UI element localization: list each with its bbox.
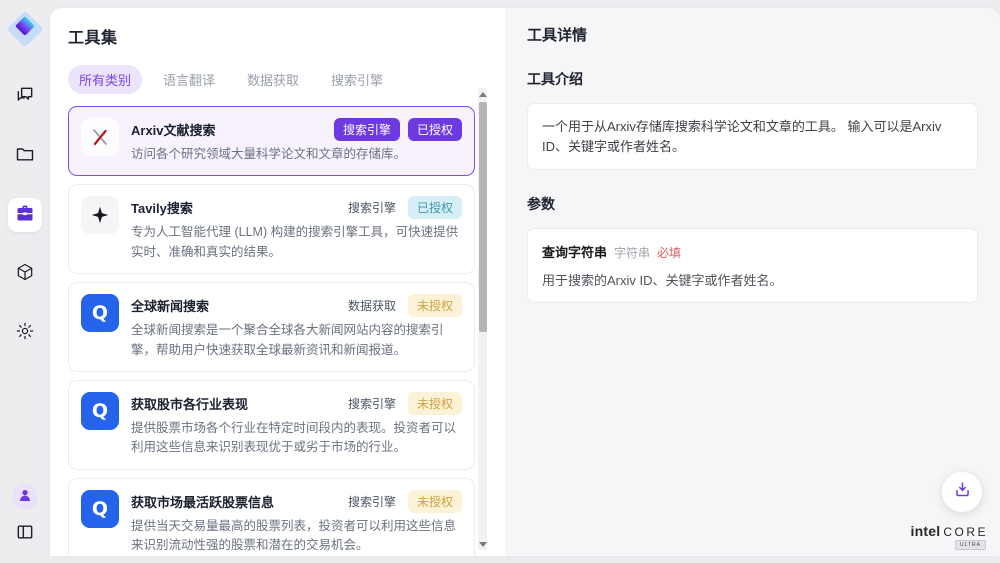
q-news-icon: Q <box>81 294 119 332</box>
sidebar-item-settings[interactable] <box>8 316 42 350</box>
user-avatar[interactable] <box>12 484 38 510</box>
q-news-icon: Q <box>81 392 119 430</box>
tool-description: 提供股票市场各个行业在特定时间段内的表现。投资者可以利用这些信息来识别表现优于或… <box>131 419 462 458</box>
chat-icon <box>15 85 35 110</box>
tool-title: Arxiv文献搜索 <box>131 118 334 139</box>
intro-heading: 工具介绍 <box>527 69 978 89</box>
toolbox-icon <box>15 203 35 228</box>
download-icon <box>953 480 972 504</box>
tool-title: 全球新闻搜索 <box>131 294 344 315</box>
category-badge: 搜索引擎 <box>344 196 400 219</box>
main-content: 工具集 所有类别 语言翻译 数据获取 搜索引擎 Arxiv文献搜索 搜索引擎 已… <box>50 8 1000 556</box>
tool-title: 获取市场最活跃股票信息 <box>131 490 344 511</box>
auth-badge: 未授权 <box>408 490 462 513</box>
tab-search-engine[interactable]: 搜索引擎 <box>320 65 394 94</box>
tavily-star-icon <box>81 196 119 234</box>
toolset-pane: 工具集 所有类别 语言翻译 数据获取 搜索引擎 Arxiv文献搜索 搜索引擎 已… <box>50 8 505 556</box>
list-scrollbar[interactable] <box>478 88 487 550</box>
tab-all-categories[interactable]: 所有类别 <box>68 65 142 94</box>
intel-wordmark: intel <box>911 523 941 539</box>
scrollbar-thumb[interactable] <box>479 102 487 332</box>
arxiv-x-icon <box>81 118 119 156</box>
tab-language-translation[interactable]: 语言翻译 <box>152 65 226 94</box>
cube-icon <box>15 262 35 287</box>
q-news-icon: Q <box>81 490 119 528</box>
params-heading: 参数 <box>527 194 978 214</box>
auth-badge: 未授权 <box>408 294 462 317</box>
param-type: 字符串 <box>614 244 650 261</box>
tool-title: Tavily搜索 <box>131 196 344 217</box>
category-badge: 搜索引擎 <box>334 118 400 141</box>
sidebar-nav <box>8 80 42 350</box>
page-title: 工具集 <box>68 24 505 48</box>
scroll-down-arrow-icon[interactable] <box>478 538 487 550</box>
tab-data-acquisition[interactable]: 数据获取 <box>236 65 310 94</box>
param-required-flag: 必填 <box>657 244 681 261</box>
ultra-badge: ULTRA <box>955 540 986 550</box>
tool-description: 专为人工智能代理 (LLM) 构建的搜索引擎工具，可快速提供实时、准确和真实的结… <box>131 223 462 262</box>
card-body: 全球新闻搜索 数据获取 未授权 全球新闻搜索是一个聚合全球各大新闻网站内容的搜索… <box>131 294 462 360</box>
category-tabs: 所有类别 语言翻译 数据获取 搜索引擎 <box>68 65 505 94</box>
layout-panel-icon <box>15 522 35 547</box>
intro-text: 一个用于从Arxiv存储库搜索科学论文和文章的工具。 输入可以是Arxiv ID… <box>527 103 978 170</box>
tool-details-pane: 工具详情 工具介绍 一个用于从Arxiv存储库搜索科学论文和文章的工具。 输入可… <box>505 8 1000 556</box>
param-description: 用于搜索的Arxiv ID、关键字或作者姓名。 <box>542 270 963 289</box>
tool-description: 全球新闻搜索是一个聚合全球各大新闻网站内容的搜索引擎，帮助用户快速获取全球最新资… <box>131 321 462 360</box>
left-sidebar <box>0 0 50 563</box>
sidebar-item-files[interactable] <box>8 139 42 173</box>
category-badge: 搜索引擎 <box>344 392 400 415</box>
tool-card-tavily[interactable]: Tavily搜索 搜索引擎 已授权 专为人工智能代理 (LLM) 构建的搜索引擎… <box>68 184 475 274</box>
param-name: 查询字符串 <box>542 242 607 261</box>
auth-badge: 已授权 <box>408 196 462 219</box>
card-body: Tavily搜索 搜索引擎 已授权 专为人工智能代理 (LLM) 构建的搜索引擎… <box>131 196 462 262</box>
parameter-card: 查询字符串 字符串 必填 用于搜索的Arxiv ID、关键字或作者姓名。 <box>527 228 978 303</box>
auth-badge: 未授权 <box>408 392 462 415</box>
auth-badge: 已授权 <box>408 118 462 141</box>
tool-card-sector-performance[interactable]: Q 获取股市各行业表现 搜索引擎 未授权 提供股票市场各个行业在特定时间段内的表… <box>68 380 475 470</box>
tool-description: 访问各个研究领域大量科学论文和文章的存储库。 <box>131 145 462 164</box>
collapse-panel-button[interactable] <box>12 521 38 547</box>
card-body: Arxiv文献搜索 搜索引擎 已授权 访问各个研究领域大量科学论文和文章的存储库… <box>131 118 462 164</box>
intel-core-logo: intel core ULTRA <box>911 523 988 550</box>
card-body: 获取市场最活跃股票信息 搜索引擎 未授权 提供当天交易量最高的股票列表，投资者可… <box>131 490 462 556</box>
card-body: 获取股市各行业表现 搜索引擎 未授权 提供股票市场各个行业在特定时间段内的表现。… <box>131 392 462 458</box>
download-button[interactable] <box>942 472 982 512</box>
tool-card-active-stocks[interactable]: Q 获取市场最活跃股票信息 搜索引擎 未授权 提供当天交易量最高的股票列表，投资… <box>68 478 475 556</box>
category-badge: 数据获取 <box>344 294 400 317</box>
tool-card-arxiv[interactable]: Arxiv文献搜索 搜索引擎 已授权 访问各个研究领域大量科学论文和文章的存储库… <box>68 106 475 176</box>
app-logo <box>8 12 42 46</box>
core-wordmark: core <box>943 525 988 539</box>
sidebar-item-chat[interactable] <box>8 80 42 114</box>
category-badge: 搜索引擎 <box>344 490 400 513</box>
sidebar-bottom <box>12 484 38 547</box>
sidebar-item-models[interactable] <box>8 257 42 291</box>
folder-icon <box>15 144 35 169</box>
user-icon <box>17 487 33 508</box>
gear-icon <box>15 321 35 346</box>
details-title: 工具详情 <box>527 24 978 45</box>
tool-description: 提供当天交易量最高的股票列表，投资者可以利用这些信息来识别流动性强的股票和潜在的… <box>131 517 462 556</box>
scroll-up-arrow-icon[interactable] <box>478 88 487 100</box>
tool-card-list: Arxiv文献搜索 搜索引擎 已授权 访问各个研究领域大量科学论文和文章的存储库… <box>68 106 475 556</box>
tool-title: 获取股市各行业表现 <box>131 392 344 413</box>
sidebar-item-toolbox[interactable] <box>8 198 42 232</box>
tool-card-global-news[interactable]: Q 全球新闻搜索 数据获取 未授权 全球新闻搜索是一个聚合全球各大新闻网站内容的… <box>68 282 475 372</box>
